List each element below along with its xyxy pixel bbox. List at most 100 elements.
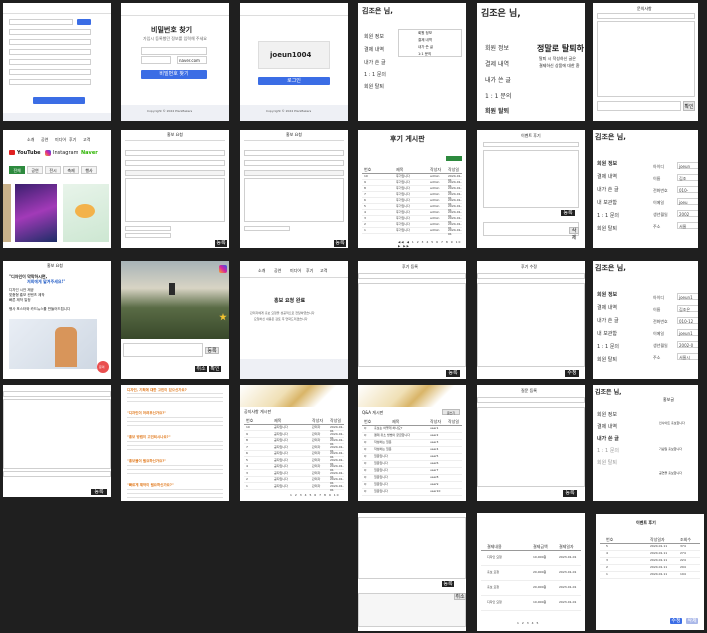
attach-field-1[interactable] [125, 226, 171, 231]
menu-item[interactable]: 회원 정보 [597, 160, 617, 167]
instagram-logo-icon[interactable] [45, 150, 51, 156]
menu-item[interactable]: 결제 내역 [597, 304, 617, 311]
edit-button[interactable]: 수정 [670, 618, 682, 624]
menu-item-payments[interactable]: 결제 내역 [597, 423, 617, 430]
title-field[interactable] [477, 397, 585, 403]
password-confirm-field[interactable] [9, 39, 91, 45]
submenu-2[interactable]: 결제 내역 [418, 38, 432, 43]
table-row[interactable]: 2 2024.01.11 294 [600, 565, 700, 572]
table-row[interactable]: 홍보 요청 20,000원 2023-01-01 [481, 568, 581, 581]
table-row[interactable]: Q 질문입니다 user6 [362, 461, 462, 468]
table-row[interactable]: 2 공지입니다 관리자 2024-01-01 [244, 477, 344, 485]
menu-item-info[interactable]: 회원 정보 [485, 43, 509, 52]
attach-field[interactable] [597, 101, 681, 111]
table-row[interactable]: Q 작성하는 질문 user3 [362, 440, 462, 447]
table-row[interactable]: 홍보 요청 20,000원 2023-01-01 [481, 583, 581, 596]
delete-button[interactable]: 삭제 [686, 618, 698, 624]
tab-all[interactable]: 전체 [9, 166, 25, 174]
name-field[interactable] [9, 49, 91, 55]
submenu-3[interactable]: 내가 쓴 글 [418, 45, 433, 50]
submit-button[interactable]: 등록 [215, 240, 227, 247]
login-button[interactable]: 로그인 [258, 77, 330, 85]
nav-1[interactable]: 소개 [27, 137, 34, 143]
submit-button[interactable]: 등록 [561, 210, 575, 216]
menu-item-posts[interactable]: 내가 쓴 글 [597, 435, 619, 442]
find-password-button[interactable]: 비밀번호 찾기 [141, 70, 207, 79]
cancel-button[interactable]: 확인 [683, 101, 695, 111]
post-row-3[interactable]: 공연을 홍보합니다 [659, 471, 682, 475]
menu-item[interactable]: 내가 쓴 글 [597, 186, 619, 193]
tab-event[interactable]: 행사 [81, 166, 97, 174]
tab-festival[interactable]: 축제 [63, 166, 79, 174]
menu-item[interactable]: 내 보관함 [597, 330, 617, 337]
menu-item-posts[interactable]: 내가 쓴 글 [364, 59, 386, 66]
content-field[interactable] [477, 407, 585, 487]
menu-item[interactable]: 1 : 1 문의 [597, 343, 619, 350]
menu-item-info[interactable]: 회원 정보 [597, 411, 617, 418]
table-row[interactable]: Q 홍보는 어떻게 하나요? user1 [362, 426, 462, 433]
attach-field-2[interactable] [125, 233, 171, 238]
editor-toolbar[interactable] [244, 170, 344, 176]
submenu-1[interactable]: 회원 정보 [418, 31, 432, 36]
submit-button[interactable]: 등록 [205, 347, 219, 354]
nav-4[interactable]: 후기 [69, 137, 76, 143]
category-select[interactable] [125, 150, 225, 156]
youtube-logo-icon[interactable] [9, 150, 15, 155]
menu-item[interactable]: 회원 정보 [597, 291, 617, 298]
title-field[interactable] [483, 142, 579, 147]
email-field[interactable] [141, 56, 171, 64]
nav-4[interactable]: 후기 [306, 268, 313, 274]
table-row[interactable]: Q 결제 취소 방법이 궁금합니다 user2 [362, 433, 462, 440]
tab-show[interactable]: 공연 [27, 166, 43, 174]
table-row[interactable]: Q 질문입니다 user9 [362, 482, 462, 489]
cancel-button[interactable]: 취소 [454, 593, 466, 600]
table-row[interactable]: Q 질문입니다 user10 [362, 489, 462, 496]
title-field[interactable] [244, 160, 344, 166]
event-thumbnail-2[interactable] [15, 184, 57, 242]
nav-5[interactable]: 고객 [320, 268, 327, 274]
content-field[interactable] [3, 399, 111, 469]
email-field[interactable] [9, 69, 91, 75]
table-row[interactable]: 1 공지입니다 관리자 2024-01-01 [244, 484, 344, 492]
editor-toolbar[interactable] [125, 170, 225, 176]
submenu-4[interactable]: 1:1 문의 [418, 52, 431, 57]
table-row[interactable]: 디자인 요청 10,000원 2023-01-01 [481, 553, 581, 566]
table-row[interactable]: 10 공지입니다 관리자 2024-01-01 [244, 425, 344, 433]
birth-field[interactable] [9, 79, 91, 85]
table-row[interactable]: 9 공지입니다 관리자 2024-01-01 [244, 432, 344, 440]
comment-field[interactable] [3, 471, 111, 477]
menu-item[interactable]: 내가 쓴 글 [597, 317, 619, 324]
table-row[interactable]: Q 질문입니다 user7 [362, 468, 462, 475]
signup-button[interactable] [33, 97, 85, 104]
title-field[interactable] [125, 160, 225, 166]
password-field[interactable] [9, 29, 91, 35]
table-row[interactable]: 3 2024.01.11 224 [600, 558, 700, 565]
content-field[interactable] [358, 517, 466, 579]
instagram-icon[interactable] [219, 265, 227, 273]
category-select[interactable] [244, 150, 344, 156]
title-field[interactable] [477, 273, 585, 279]
table-row[interactable]: 3 공지입니다 관리자 2024-01-01 [244, 471, 344, 479]
nav-3[interactable]: 미디어 [290, 268, 301, 274]
name-field[interactable] [141, 47, 207, 55]
table-row[interactable]: Q 작성하는 질문 user4 [362, 447, 462, 454]
table-row[interactable]: 5 2024.01.11 374 [600, 544, 700, 551]
submit-button[interactable]: 등록 [563, 490, 577, 497]
menu-item-info[interactable]: 회원 정보 [364, 33, 384, 40]
comment-field[interactable] [483, 222, 579, 236]
menu-item-payments[interactable]: 결제 내역 [485, 59, 509, 68]
table-row[interactable]: 8 공지입니다 관리자 2024-01-01 [244, 438, 344, 446]
table-row[interactable]: 1 2024.01.11 194 [600, 572, 700, 579]
menu-item-posts[interactable]: 내가 쓴 글 [485, 75, 511, 84]
menu-item[interactable]: 회원 탈퇴 [597, 356, 617, 363]
confirm-button[interactable]: 확인 [209, 366, 221, 372]
pagination[interactable]: ◀◀ ◀ 1 2 3 4 5 6 7 8 9 10 ▶ ▶▶ [398, 240, 466, 248]
menu-item-inquiry[interactable]: 1 : 1 문의 [597, 447, 619, 454]
write-button[interactable] [446, 156, 462, 161]
tab-exhibit[interactable]: 전시 [45, 166, 61, 174]
table-row[interactable]: 디자인 요청 10,000원 2023-01-01 [481, 598, 581, 611]
content-field[interactable] [125, 178, 225, 222]
menu-item-withdraw[interactable]: 회원 탈퇴 [364, 83, 384, 90]
submit-button[interactable]: 등록 [446, 370, 460, 377]
menu-item-withdraw[interactable]: 회원 탈퇴 [485, 106, 509, 115]
